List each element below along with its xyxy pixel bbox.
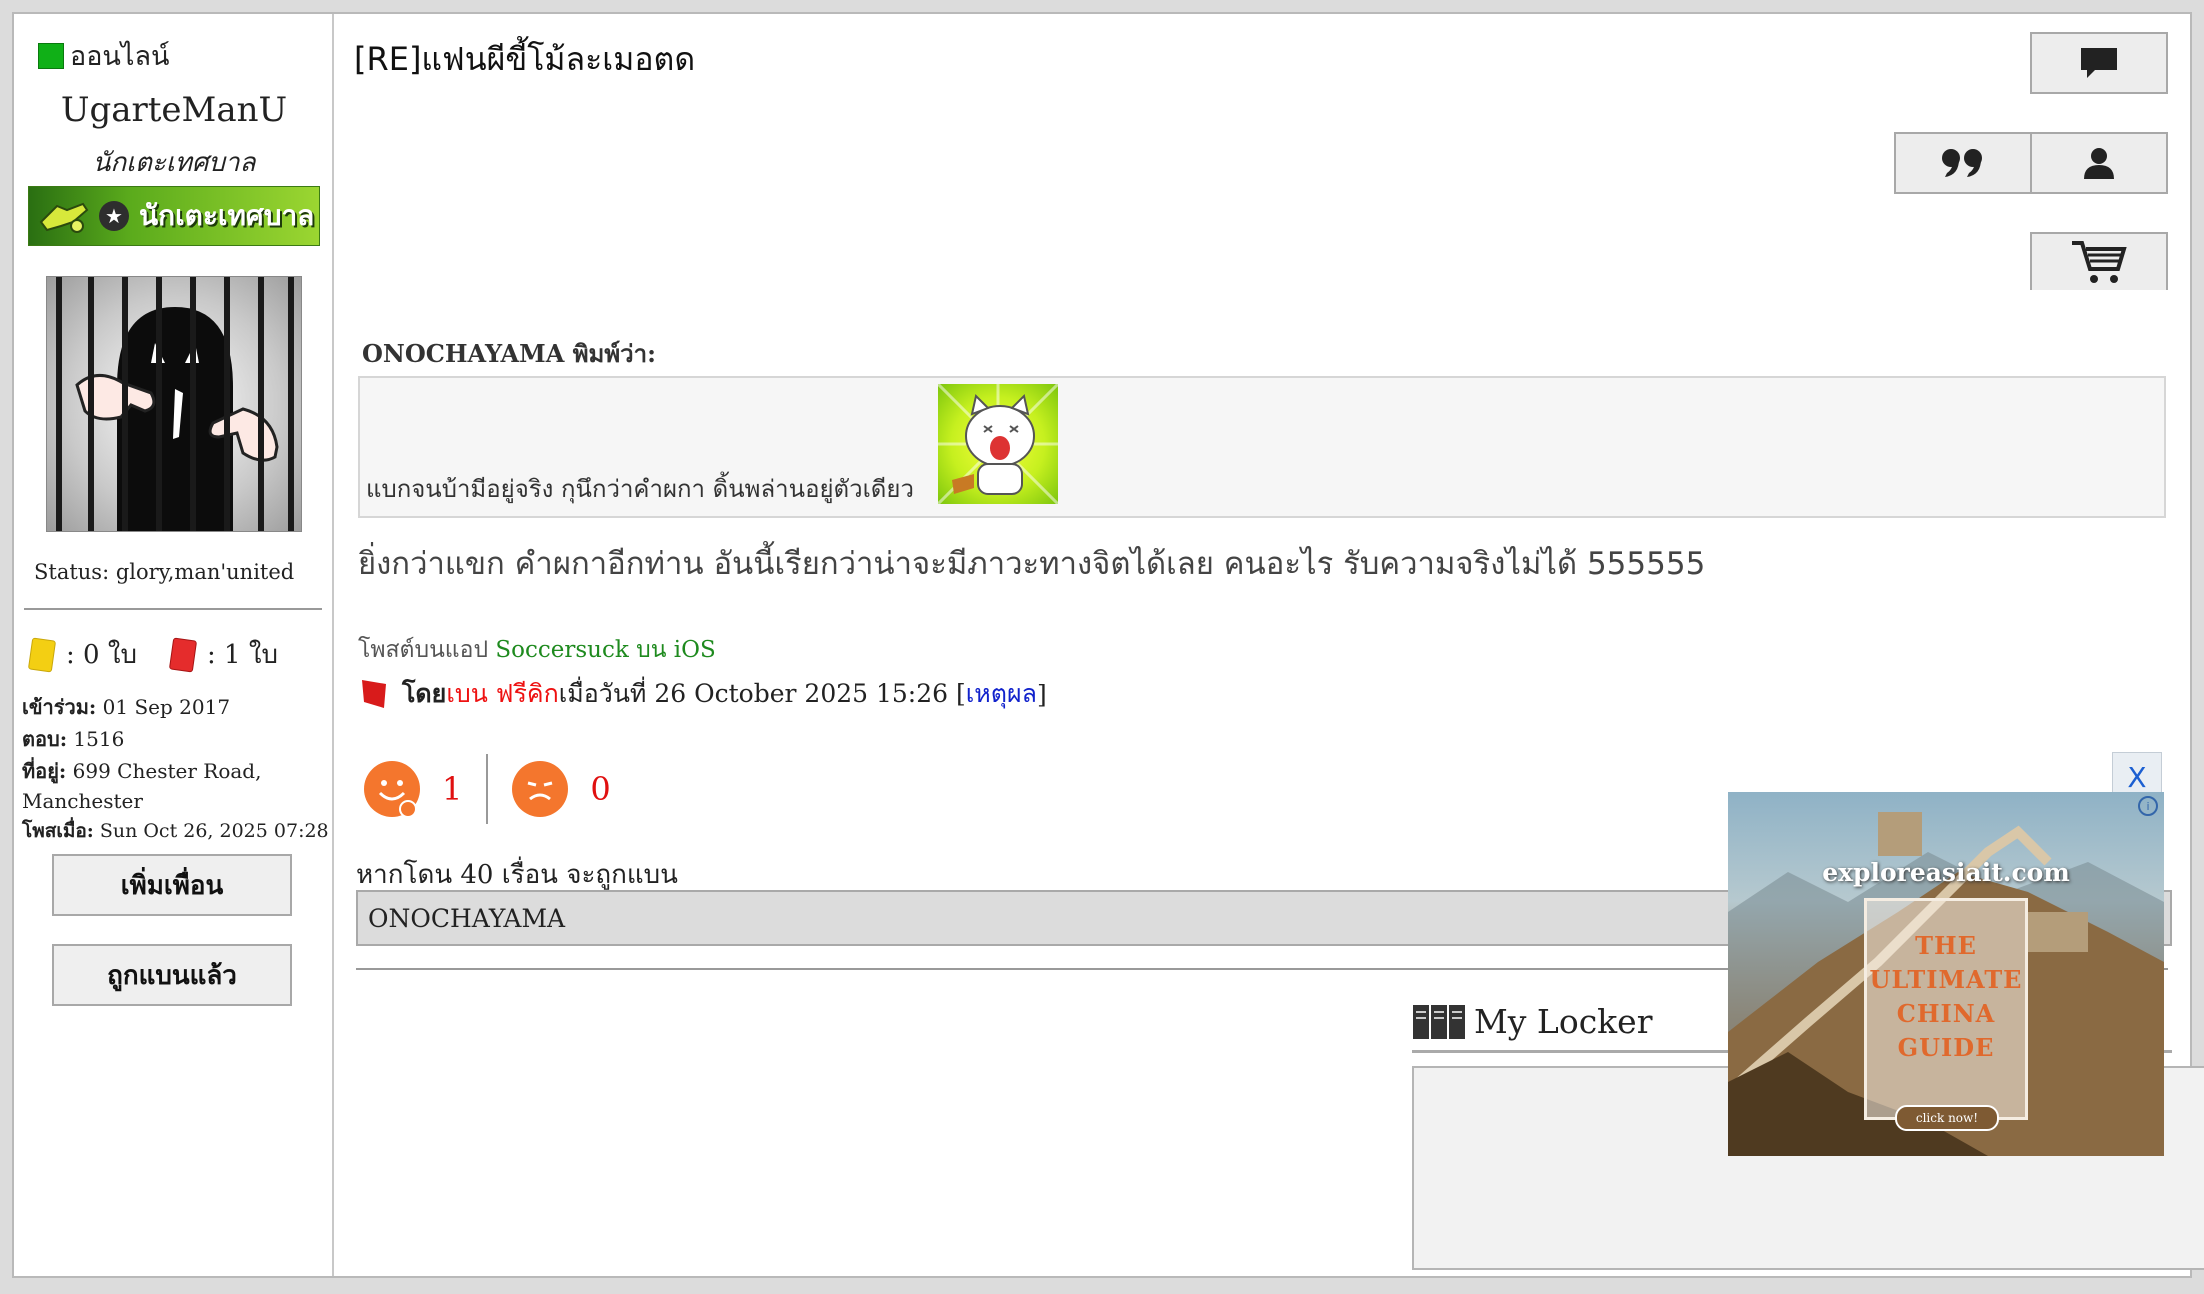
ban-date: เมื่อวันที่ 26 October 2025 15:26 [ — [558, 679, 966, 708]
advertisement[interactable]: i exploreasiait.com THE ULTIMATE CHINA G… — [1728, 792, 2164, 1156]
ban-bracket: ] — [1036, 679, 1047, 709]
reply-button[interactable] — [2030, 32, 2168, 94]
address-value: 699 Chester Road, — [66, 759, 262, 783]
ad-headline-panel: THE ULTIMATE CHINA GUIDE click now! — [1864, 898, 2028, 1131]
yellow-card-icon — [27, 636, 57, 673]
profile-button[interactable] — [2030, 132, 2168, 194]
posted-info: โพสเมื่อ: Sun Oct 26, 2025 07:28 — [22, 816, 329, 846]
post-title: [RE]แฟนผีขี้โม้ละเมอตด — [354, 40, 696, 78]
comment-icon — [2081, 48, 2117, 78]
sidebar-divider — [24, 608, 322, 610]
like-face-icon[interactable] — [364, 761, 420, 817]
ad-domain: exploreasiait.com — [1822, 858, 2070, 887]
locker-header: My Locker — [1412, 1002, 1653, 1041]
ban-by-label: โดย — [402, 679, 447, 708]
ban-moderator-link[interactable]: เบน ฟรีคิก — [446, 674, 558, 714]
red-card-count: : 1 ใบ — [207, 640, 279, 670]
rank-badge: ★ นักเตะเทศบาล — [28, 186, 320, 246]
ban-reason-link[interactable]: เหตุผล — [966, 674, 1037, 714]
post-message: ยิ่งกว่าแขก คำผกาอีกท่าน อันนี้เรียกว่าน… — [358, 546, 1706, 582]
banned-button[interactable]: ถูกแบนแล้ว — [52, 944, 292, 1006]
red-card-flag-icon — [362, 680, 386, 708]
ad-headline-line-2: ULTIMATE — [1869, 965, 2023, 994]
shop-button[interactable] — [2030, 232, 2168, 290]
ban-threshold-note: หากโดน 40 เรื่อน จะถูกแบน — [356, 860, 678, 890]
app-prefix: โพสต์บนแอป — [358, 637, 496, 663]
avatar[interactable] — [46, 276, 302, 532]
ban-voter-name[interactable]: ONOCHAYAMA — [368, 904, 565, 933]
dislike-face-icon[interactable] — [512, 761, 569, 817]
replies-label: ตอบ: — [22, 727, 68, 751]
laughing-cat-emoticon-icon — [938, 384, 1058, 504]
vote-separator — [486, 754, 489, 824]
quote-text: แบกจนบ้ามีอยู่จริง กุนึกว่าคำผกา ดิ้นพล่… — [366, 475, 914, 503]
address-info: ที่อยู่: 699 Chester Road, Manchester — [22, 756, 261, 816]
jailed-ghost-icon — [56, 277, 294, 531]
replies-value: 1516 — [67, 727, 125, 751]
quote-icon — [1942, 149, 1982, 177]
star-icon: ★ — [99, 201, 129, 231]
user-title: นักเตะเทศบาล — [92, 148, 256, 178]
username[interactable]: UgarteManU — [14, 90, 334, 130]
rank-badge-label: นักเตะเทศบาล — [139, 199, 315, 232]
quote-button[interactable] — [1894, 132, 2032, 194]
card-counts: : 0 ใบ : 1 ใบ — [27, 634, 279, 675]
address-label: ที่อยู่: — [22, 759, 67, 783]
user-status-text: Status: glory,man'united — [34, 560, 295, 584]
quote-box: แบกจนบ้ามีอยู่จริง กุนึกว่าคำผกา ดิ้นพล่… — [358, 376, 2166, 518]
dislike-count: 0 — [590, 770, 611, 808]
replies-info: ตอบ: 1516 — [22, 724, 124, 754]
joined-label: เข้าร่วม: — [22, 695, 97, 719]
app-link[interactable]: Soccersuck บน iOS — [495, 637, 715, 663]
online-status-label: ออนไลน์ — [70, 41, 170, 72]
online-status: ออนไลน์ — [38, 34, 169, 77]
boot-icon — [29, 187, 99, 245]
quote-author: ONOCHAYAMA พิมพ์ว่า: — [362, 339, 656, 368]
like-count: 1 — [442, 770, 463, 808]
user-sidebar: ออนไลน์ UgarteManU นักเตะเทศบาล ★ นักเตะ… — [14, 14, 334, 1276]
user-icon — [2084, 148, 2114, 179]
online-indicator-icon — [38, 42, 64, 69]
vote-row: 1 0 — [364, 754, 611, 824]
joined-value: 01 Sep 2017 — [96, 695, 231, 719]
red-card-icon — [168, 636, 198, 673]
ad-headline-line-4: GUIDE — [1897, 1033, 1995, 1062]
ad-headline-line-1: THE — [1915, 931, 1977, 960]
address-city: Manchester — [22, 789, 143, 813]
joined-info: เข้าร่วม: 01 Sep 2017 — [22, 692, 230, 722]
ad-headline-line-3: CHINA — [1896, 999, 1996, 1028]
ad-info-icon[interactable]: i — [2138, 796, 2158, 816]
cart-icon — [2072, 241, 2127, 283]
yellow-card-count: : 0 ใบ — [66, 640, 138, 670]
locker-title: My Locker — [1474, 1002, 1653, 1041]
ad-headline: THE ULTIMATE CHINA GUIDE — [1867, 929, 2025, 1065]
posted-label: โพสเมื่อ: — [22, 820, 94, 842]
posted-value: Sun Oct 26, 2025 07:28 — [93, 820, 329, 842]
add-friend-button[interactable]: เพิ่มเพื่อน — [52, 854, 292, 916]
ad-cta-button[interactable]: click now! — [1895, 1105, 1999, 1131]
ban-info: โดย เบน ฟรีคิก เมื่อวันที่ 26 October 20… — [360, 674, 1047, 714]
locker-icon — [1413, 1004, 1465, 1039]
posted-via-app: โพสต์บนแอป Soccersuck บน iOS — [358, 632, 716, 668]
